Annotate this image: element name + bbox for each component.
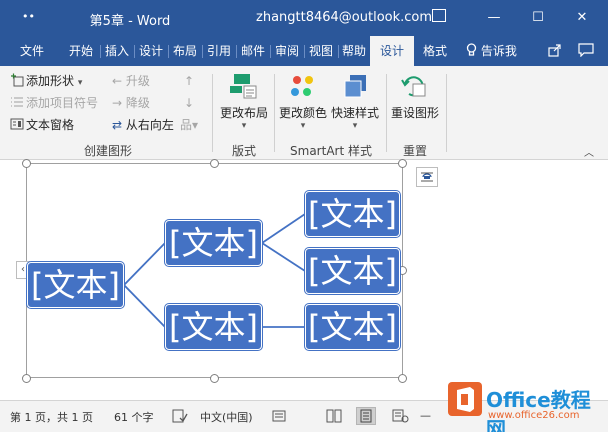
smartart-node-level2-c[interactable]: [文本] (305, 304, 400, 350)
language-indicator[interactable]: 中文(中国) (200, 409, 253, 425)
word-count[interactable]: 61 个字 (114, 409, 154, 425)
watermark-url: www.office26.com (488, 410, 580, 421)
smartart-node-level1-a[interactable]: [文本] (165, 220, 262, 266)
page-count[interactable]: 第 1 页，共 1 页 (10, 409, 93, 425)
smartart-node-level1-b[interactable]: [文本] (165, 304, 262, 350)
site-watermark: Office教程网 www.office26.com (448, 380, 608, 432)
smartart-node-level2-b[interactable]: [文本] (305, 248, 400, 294)
proofing-icon[interactable] (172, 409, 188, 426)
print-layout-icon[interactable] (356, 407, 376, 425)
smartart-connectors (123, 213, 306, 328)
smartart-node-level2-a[interactable]: [文本] (305, 191, 400, 237)
web-layout-icon[interactable] (390, 407, 410, 425)
office-logo-icon (448, 382, 482, 416)
read-mode-icon[interactable] (324, 407, 344, 425)
macro-record-icon[interactable] (272, 409, 286, 426)
smartart-node-root[interactable]: [文本] (27, 262, 124, 308)
zoom-out-icon[interactable]: — (420, 409, 431, 422)
watermark-brand: Office教程网 (486, 388, 591, 432)
